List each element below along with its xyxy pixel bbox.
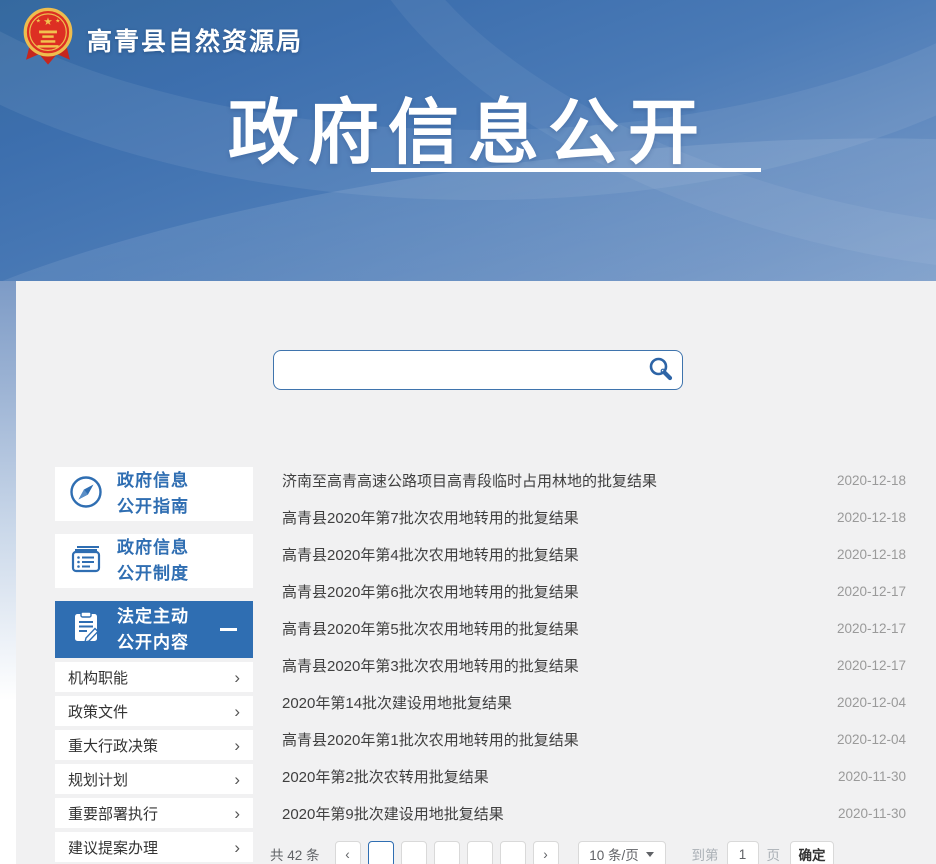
document-title: 高青县2020年第7批次农用地转用的批复结果 bbox=[270, 507, 579, 528]
document-title: 高青县2020年第6批次农用地转用的批复结果 bbox=[270, 581, 579, 602]
document-list-row[interactable]: 高青县2020年第3批次农用地转用的批复结果 2020-12-17 bbox=[270, 647, 906, 684]
sidebar-item-label: 法定主动 公开内容 bbox=[117, 604, 189, 656]
national-emblem-icon: ★ ★ ★ bbox=[22, 6, 74, 73]
document-title: 2020年第14批次建设用地批复结果 bbox=[270, 692, 512, 713]
document-date: 2020-12-18 bbox=[821, 473, 906, 488]
goto-page-group: 到第 页 bbox=[692, 841, 781, 864]
document-list: 济南至高青高速公路项目高青段临时占用林地的批复结果 2020-12-18 高青县… bbox=[270, 462, 906, 832]
chevron-down-icon bbox=[646, 852, 654, 857]
chevron-right-icon: › bbox=[234, 839, 240, 856]
chevron-right-icon: › bbox=[234, 703, 240, 720]
document-list-row[interactable]: 高青县2020年第5批次农用地转用的批复结果 2020-12-17 bbox=[270, 610, 906, 647]
document-date: 2020-12-18 bbox=[821, 510, 906, 525]
document-title: 济南至高青高速公路项目高青段临时占用林地的批复结果 bbox=[270, 470, 657, 491]
document-date: 2020-12-18 bbox=[821, 547, 906, 562]
sidebar-submenu: 机构职能 › 政策文件 › 重大行政决策 › 规划计划 › 重要部署执行 › 建… bbox=[55, 662, 253, 864]
chevron-right-icon: › bbox=[234, 669, 240, 686]
document-date: 2020-12-17 bbox=[821, 658, 906, 673]
goto-suffix-label: 页 bbox=[767, 844, 781, 864]
document-list-row[interactable]: 高青县2020年第6批次农用地转用的批复结果 2020-12-17 bbox=[270, 573, 906, 610]
document-list-row[interactable]: 高青县2020年第7批次农用地转用的批复结果 2020-12-18 bbox=[270, 499, 906, 536]
document-list-row[interactable]: 高青县2020年第1批次农用地转用的批复结果 2020-12-04 bbox=[270, 721, 906, 758]
submenu-item-label: 规划计划 bbox=[68, 769, 128, 790]
sidebar-item-label: 政府信息 公开制度 bbox=[117, 535, 189, 587]
search-box bbox=[273, 350, 683, 390]
svg-text:★: ★ bbox=[36, 17, 41, 24]
sidebar-submenu-item[interactable]: 重大行政决策 › bbox=[55, 730, 253, 760]
document-list-row[interactable]: 高青县2020年第4批次农用地转用的批复结果 2020-12-18 bbox=[270, 536, 906, 573]
sidebar-submenu-item[interactable]: 建议提案办理 › bbox=[55, 832, 253, 862]
pagination-prev-button[interactable]: ‹ bbox=[335, 841, 361, 864]
document-date: 2020-12-04 bbox=[821, 732, 906, 747]
submenu-item-label: 机构职能 bbox=[68, 667, 128, 688]
pagination-page-button[interactable] bbox=[368, 841, 394, 864]
document-title: 高青县2020年第4批次农用地转用的批复结果 bbox=[270, 544, 579, 565]
document-list-row[interactable]: 2020年第14批次建设用地批复结果 2020-12-04 bbox=[270, 684, 906, 721]
search-icon bbox=[647, 355, 674, 385]
left-gradient-stripe bbox=[0, 281, 16, 864]
compass-icon bbox=[68, 474, 104, 515]
collapse-minus-icon[interactable] bbox=[220, 628, 237, 631]
pagination-bar: 共 42 条 ‹ › 10 条/页 到第 页 确定 bbox=[270, 840, 920, 864]
sidebar-item-gov-info-system[interactable]: 政府信息 公开制度 bbox=[55, 534, 253, 588]
pagination-pages bbox=[368, 841, 533, 864]
document-icon bbox=[68, 541, 104, 582]
document-title: 2020年第2批次农转用批复结果 bbox=[270, 766, 489, 787]
submenu-item-label: 重大行政决策 bbox=[68, 735, 158, 756]
confirm-button[interactable]: 确定 bbox=[790, 841, 834, 864]
document-date: 2020-12-04 bbox=[821, 695, 906, 710]
document-date: 2020-11-30 bbox=[822, 769, 906, 784]
site-brand[interactable]: ★ ★ ★ 高青县自然资源局 bbox=[22, 6, 303, 73]
document-date: 2020-11-30 bbox=[822, 806, 906, 821]
search-input[interactable] bbox=[274, 351, 638, 389]
page-size-label: 10 条/页 bbox=[589, 844, 639, 864]
pagination-next-button[interactable]: › bbox=[533, 841, 559, 864]
title-underline bbox=[371, 168, 761, 172]
document-date: 2020-12-17 bbox=[821, 621, 906, 636]
pagination-page-button[interactable] bbox=[467, 841, 493, 864]
submenu-item-label: 政策文件 bbox=[68, 701, 128, 722]
goto-prefix-label: 到第 bbox=[692, 844, 719, 864]
pagination-page-button[interactable] bbox=[401, 841, 427, 864]
pagination-total: 共 42 条 bbox=[270, 844, 320, 864]
sidebar-submenu-item[interactable]: 规划计划 › bbox=[55, 764, 253, 794]
site-name: 高青县自然资源局 bbox=[87, 22, 303, 58]
page-size-select[interactable]: 10 条/页 bbox=[578, 841, 666, 864]
sidebar-item-label: 政府信息 公开指南 bbox=[117, 468, 189, 520]
document-list-row[interactable]: 济南至高青高速公路项目高青段临时占用林地的批复结果 2020-12-18 bbox=[270, 462, 906, 499]
chevron-right-icon: › bbox=[234, 771, 240, 788]
document-list-row[interactable]: 2020年第2批次农转用批复结果 2020-11-30 bbox=[270, 758, 906, 795]
document-list-row[interactable]: 2020年第9批次建设用地批复结果 2020-11-30 bbox=[270, 795, 906, 832]
document-title: 高青县2020年第3批次农用地转用的批复结果 bbox=[270, 655, 579, 676]
document-title: 高青县2020年第5批次农用地转用的批复结果 bbox=[270, 618, 579, 639]
svg-text:★: ★ bbox=[43, 16, 52, 28]
chevron-right-icon: › bbox=[234, 737, 240, 754]
sidebar-submenu-item[interactable]: 机构职能 › bbox=[55, 662, 253, 692]
sidebar-item-statutory-disclosure[interactable]: 法定主动 公开内容 bbox=[55, 601, 253, 658]
page: ★ ★ ★ 高青县自然资源局 政府信息公开 bbox=[0, 0, 936, 864]
submenu-item-label: 重要部署执行 bbox=[68, 803, 158, 824]
sidebar-submenu-item[interactable]: 政策文件 › bbox=[55, 696, 253, 726]
pagination-page-button[interactable] bbox=[434, 841, 460, 864]
svg-text:★: ★ bbox=[55, 17, 60, 24]
search-button[interactable] bbox=[638, 351, 682, 389]
page-title: 政府信息公开 bbox=[0, 76, 936, 178]
sidebar-submenu-item[interactable]: 重要部署执行 › bbox=[55, 798, 253, 828]
goto-page-input[interactable] bbox=[727, 841, 759, 864]
clipboard-icon bbox=[68, 609, 104, 650]
submenu-item-label: 建议提案办理 bbox=[68, 837, 158, 858]
document-title: 高青县2020年第1批次农用地转用的批复结果 bbox=[270, 729, 579, 750]
pagination-page-button[interactable] bbox=[500, 841, 526, 864]
document-date: 2020-12-17 bbox=[821, 584, 906, 599]
document-title: 2020年第9批次建设用地批复结果 bbox=[270, 803, 504, 824]
chevron-right-icon: › bbox=[234, 805, 240, 822]
banner: ★ ★ ★ 高青县自然资源局 政府信息公开 bbox=[0, 0, 936, 281]
sidebar-item-gov-info-guide[interactable]: 政府信息 公开指南 bbox=[55, 467, 253, 521]
